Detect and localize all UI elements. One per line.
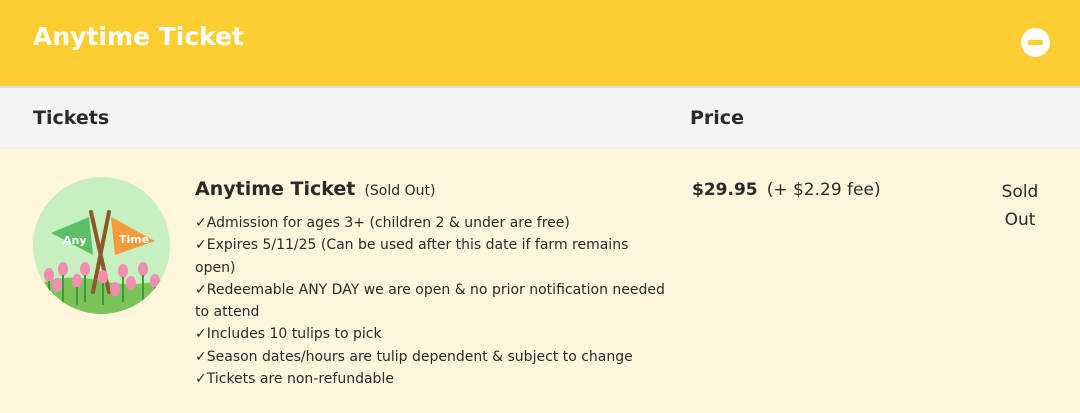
ticket-name: Anytime Ticket: [195, 178, 356, 200]
flag-label-right: Time: [119, 233, 149, 246]
status-line-1: Sold: [1001, 182, 1039, 202]
flag-label-left: Any: [63, 234, 87, 247]
column-header-tickets: Tickets: [33, 107, 110, 129]
check-icon: ✓: [195, 348, 207, 365]
check-icon: ✓: [195, 371, 207, 388]
ticket-features: ✓Admission for ages 3+ (children 2 & und…: [195, 212, 665, 390]
check-icon: ✓: [195, 281, 207, 298]
ticket-price: $29.95 (+ $2.29 fee): [692, 180, 881, 200]
sold-out-tag: (Sold Out): [364, 183, 436, 199]
status-line-2: Out: [1004, 210, 1036, 230]
price-value: $29.95: [692, 180, 758, 200]
list-item: ✓Season dates/hours are tulip dependent …: [195, 348, 633, 365]
ticket-section-header[interactable]: Anytime Ticket: [0, 0, 1080, 86]
check-icon: ✓: [195, 326, 207, 343]
check-icon: ✓: [195, 215, 207, 231]
list-item: ✓Expires 5/11/25 (Can be used after this…: [195, 237, 629, 276]
fee-value: (+ $2.29 fee): [766, 180, 881, 200]
list-item: ✓Redeemable ANY DAY we are open & no pri…: [195, 281, 665, 321]
status-badge: Sold Out: [990, 178, 1050, 234]
table-header: Tickets Price: [0, 86, 1080, 149]
list-item: ✓Tickets are non-refundable: [195, 371, 394, 388]
ticket-row: Any Time Anytime Ticket (Sold Out) ✓Admi…: [0, 149, 1080, 413]
ticket-title: Anytime Ticket (Sold Out): [195, 178, 435, 200]
column-header-price: Price: [690, 107, 744, 129]
list-item: ✓Includes 10 tulips to pick: [195, 326, 382, 343]
section-title: Anytime Ticket: [33, 22, 244, 51]
minus-circle-icon[interactable]: [1021, 28, 1050, 57]
ticket-image: Any Time: [33, 177, 170, 314]
list-item: ✓Admission for ages 3+ (children 2 & und…: [195, 215, 570, 231]
check-icon: ✓: [195, 237, 207, 254]
